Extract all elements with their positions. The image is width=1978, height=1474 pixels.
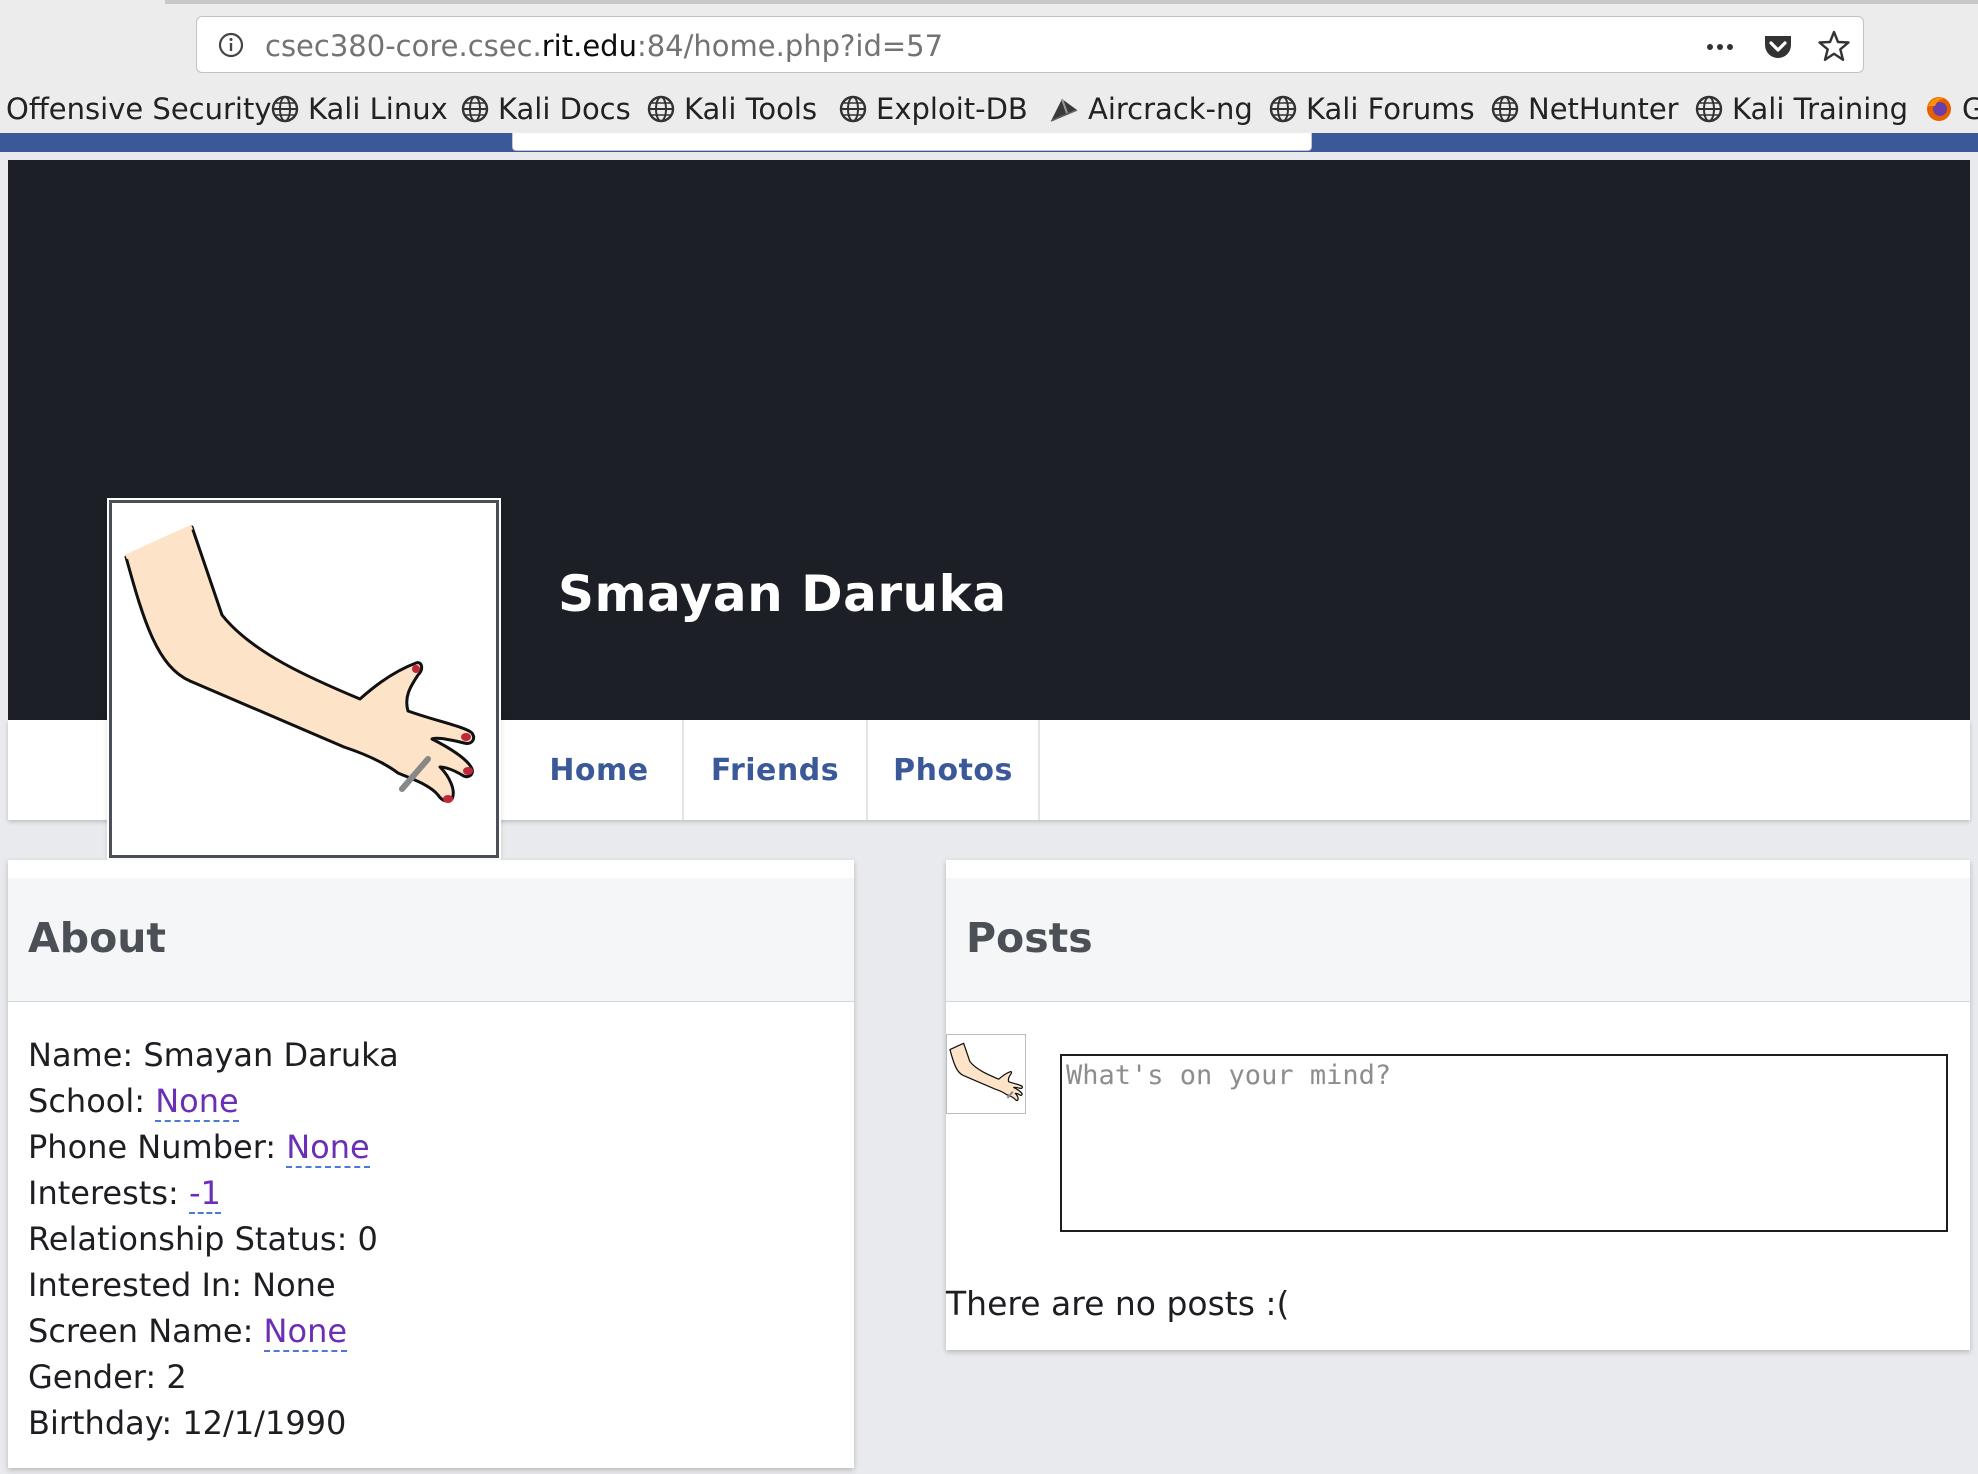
bookmarks-toolbar: Offensive Security Kali Linux Kali Docs …: [0, 86, 1978, 132]
field-label: Relationship Status:: [28, 1220, 358, 1258]
about-header: About: [8, 878, 854, 1002]
firefox-icon: [1927, 97, 1951, 121]
bookmark-kali-training[interactable]: Kali Training: [1694, 86, 1908, 132]
field-label: Birthday:: [28, 1404, 183, 1442]
field-value: None: [252, 1266, 336, 1304]
field-label: Gender:: [28, 1358, 167, 1396]
about-gender: Gender: 2: [28, 1354, 399, 1400]
about-fields: Name: Smayan Daruka School: None Phone N…: [28, 1032, 399, 1446]
arm-illustration: [124, 524, 476, 803]
posts-title: Posts: [966, 914, 1093, 962]
bookmark-kali-linux[interactable]: Kali Linux: [270, 86, 448, 132]
bookmark-truncated[interactable]: G: [1924, 86, 1978, 132]
aircrack-icon: [1050, 98, 1078, 122]
tab-home[interactable]: Home: [516, 720, 684, 820]
about-interested-in: Interested In: None: [28, 1262, 399, 1308]
bookmark-kali-forums[interactable]: Kali Forums: [1268, 86, 1475, 132]
field-label: Phone Number:: [28, 1128, 287, 1166]
about-screen-name: Screen Name: None: [28, 1308, 399, 1354]
tab-friends[interactable]: Friends: [684, 720, 868, 820]
url-text[interactable]: csec380-core.csec.rit.edu:84/home.php?id…: [265, 29, 943, 63]
field-label: Screen Name:: [28, 1312, 264, 1350]
profile-name: Smayan Daruka: [558, 565, 1007, 623]
tab-strip-edge: [165, 0, 1978, 4]
bookmark-label: Exploit-DB: [876, 92, 1028, 126]
profile-picture[interactable]: [109, 500, 499, 858]
bookmark-label: Offensive Security: [6, 92, 272, 126]
globe-icon: [1491, 95, 1519, 123]
bookmark-label: Kali Docs: [498, 92, 631, 126]
url-prefix: csec380-core.csec.: [265, 29, 542, 63]
about-title: About: [28, 914, 167, 962]
globe-icon: [1269, 95, 1297, 123]
about-relationship: Relationship Status: 0: [28, 1216, 399, 1262]
globe-icon: [839, 95, 867, 123]
bookmark-exploit-db[interactable]: Exploit-DB: [838, 86, 1028, 132]
bookmark-kali-tools[interactable]: Kali Tools: [646, 86, 817, 132]
globe-icon: [271, 95, 299, 123]
globe-icon: [647, 95, 675, 123]
url-domain: rit.edu: [541, 29, 637, 63]
field-label: Interested In:: [28, 1266, 253, 1304]
about-phone: Phone Number: None: [28, 1124, 399, 1170]
about-school: School: None: [28, 1078, 399, 1124]
more-icon[interactable]: [1703, 29, 1737, 63]
interests-value-link[interactable]: -1: [188, 1174, 221, 1214]
info-icon[interactable]: [217, 31, 245, 59]
bookmark-label: Kali Training: [1732, 92, 1909, 126]
site-top-bar: [0, 133, 1978, 152]
bookmark-label: G: [1962, 92, 1978, 126]
screen-name-value-link[interactable]: None: [263, 1312, 348, 1352]
bookmark-label: Kali Linux: [308, 92, 448, 126]
address-bar[interactable]: csec380-core.csec.rit.edu:84/home.php?id…: [196, 16, 1864, 73]
field-value: Smayan Daruka: [143, 1036, 399, 1074]
empty-posts-message: There are no posts :(: [946, 1284, 1290, 1323]
composer-avatar: [946, 1034, 1026, 1114]
bookmark-aircrack-ng[interactable]: Aircrack-ng: [1048, 86, 1253, 132]
bookmark-label: Kali Tools: [684, 92, 818, 126]
about-card: About Name: Smayan Daruka School: None P…: [8, 860, 854, 1468]
globe-icon: [461, 95, 489, 123]
url-suffix: :84/home.php?id=57: [636, 29, 944, 63]
post-composer-input[interactable]: [1060, 1054, 1948, 1232]
field-label: School:: [28, 1082, 156, 1120]
bookmark-nethunter[interactable]: NetHunter: [1490, 86, 1679, 132]
bookmark-kali-docs[interactable]: Kali Docs: [460, 86, 631, 132]
field-value: 0: [357, 1220, 378, 1258]
school-value-link[interactable]: None: [155, 1082, 239, 1122]
pocket-icon[interactable]: [1761, 29, 1795, 63]
bookmark-label: NetHunter: [1528, 92, 1679, 126]
field-value: 12/1/1990: [182, 1404, 347, 1442]
field-label: Name:: [28, 1036, 144, 1074]
bookmark-label: Aircrack-ng: [1088, 92, 1253, 126]
star-icon[interactable]: [1817, 29, 1851, 63]
site-search-box[interactable]: [512, 133, 1312, 151]
field-value: 2: [166, 1358, 187, 1396]
field-label: Interests:: [28, 1174, 189, 1212]
bookmark-offensive-security[interactable]: Offensive Security: [6, 86, 272, 132]
browser-chrome: csec380-core.csec.rit.edu:84/home.php?id…: [0, 0, 1978, 152]
about-name: Name: Smayan Daruka: [28, 1032, 399, 1078]
about-interests: Interests: -1: [28, 1170, 399, 1216]
about-birthday: Birthday: 12/1/1990: [28, 1400, 399, 1446]
posts-header: Posts: [946, 878, 1970, 1002]
arm-thumbnail: [949, 1042, 1023, 1102]
posts-card: Posts There are no posts :(: [946, 860, 1970, 1350]
tab-photos[interactable]: Photos: [868, 720, 1040, 820]
globe-icon: [1695, 95, 1723, 123]
bookmark-label: Kali Forums: [1306, 92, 1475, 126]
phone-value-link[interactable]: None: [286, 1128, 370, 1168]
